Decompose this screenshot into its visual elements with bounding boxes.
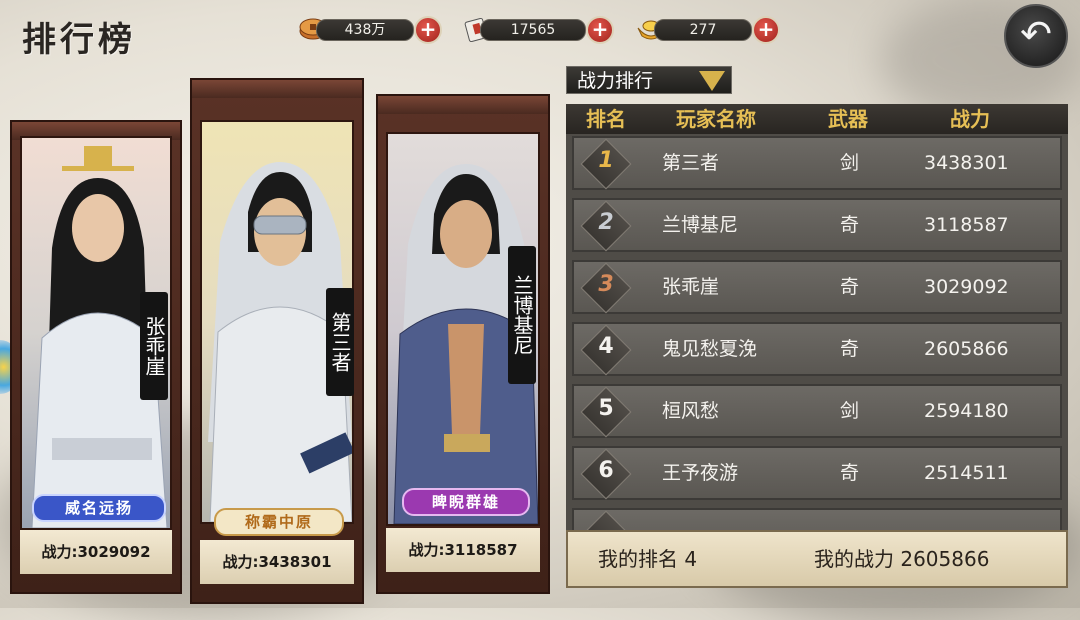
table-header: 排名 玩家名称 武器 战力 xyxy=(566,104,1068,134)
coin-value: 438万 xyxy=(316,19,414,41)
power: 2514511 xyxy=(924,462,1009,484)
resource-coins: 438万 + xyxy=(298,16,442,44)
my-rank: 我的排名 4 xyxy=(598,547,698,571)
player-name: 兰博基尼 xyxy=(662,214,739,236)
rank-badge: 2 xyxy=(598,210,614,235)
card-name: 第三者 xyxy=(326,288,354,396)
rank-badge: 6 xyxy=(598,458,614,483)
table-row[interactable]: 5 桓风愁 剑 2594180 xyxy=(572,384,1062,438)
table-row[interactable] xyxy=(572,508,1062,530)
weapon: 奇 xyxy=(840,338,860,360)
table-row[interactable]: 4 鬼见愁夏浼 奇 2605866 xyxy=(572,322,1062,376)
power: 3438301 xyxy=(924,152,1009,174)
resource-scrolls: 17565 + xyxy=(462,16,614,44)
power: 2594180 xyxy=(924,400,1009,422)
card-power: 战力:3118587 xyxy=(386,528,540,572)
page-title: 排行榜 xyxy=(22,20,136,60)
player-name: 第三者 xyxy=(662,152,720,174)
power: 3029092 xyxy=(924,276,1009,298)
weapon: 奇 xyxy=(840,276,860,298)
player-name: 桓风愁 xyxy=(662,400,720,422)
rank-badge: 3 xyxy=(598,272,614,297)
rank-badge: 5 xyxy=(598,396,614,421)
rank-badge: 4 xyxy=(598,334,614,359)
header-rank: 排名 xyxy=(586,107,626,131)
card-title-banner: 睥睨群雄 xyxy=(402,488,530,516)
weapon: 奇 xyxy=(840,214,860,236)
table-row[interactable]: 1 第三者 剑 3438301 xyxy=(572,136,1062,190)
back-arrow-icon: ↶ xyxy=(1020,12,1052,56)
rank-card-3[interactable]: 张乖崖 威名远扬 战力:3029092 xyxy=(10,120,182,594)
back-button[interactable]: ↶ xyxy=(1004,4,1068,68)
rank-badge: 1 xyxy=(598,148,614,173)
my-power: 我的战力 2605866 xyxy=(814,547,990,571)
weapon: 剑 xyxy=(840,152,860,174)
card-name: 张乖崖 xyxy=(140,292,168,400)
player-name: 王予夜游 xyxy=(662,462,739,484)
dropdown-label: 战力排行 xyxy=(577,70,654,92)
add-scrolls-button[interactable]: + xyxy=(586,16,614,44)
power: 2605866 xyxy=(924,338,1009,360)
header-power: 战力 xyxy=(950,107,990,131)
player-name: 张乖崖 xyxy=(662,276,720,298)
ranking-type-dropdown[interactable]: 战力排行 xyxy=(566,66,732,94)
header-player: 玩家名称 xyxy=(676,107,756,131)
card-name: 兰博基尼 xyxy=(508,246,536,384)
ranking-list[interactable]: 1 第三者 剑 3438301 2 兰博基尼 奇 3118587 3 张乖崖 奇… xyxy=(566,134,1068,530)
chevron-down-icon xyxy=(699,71,725,91)
table-row[interactable]: 3 张乖崖 奇 3029092 xyxy=(572,260,1062,314)
power: 3118587 xyxy=(924,214,1009,236)
card-title-banner: 称霸中原 xyxy=(214,508,344,536)
card-power: 战力:3438301 xyxy=(200,540,354,584)
weapon: 奇 xyxy=(840,462,860,484)
my-rank-bar: 我的排名 4 我的战力 2605866 xyxy=(566,530,1068,588)
table-row[interactable]: 6 王予夜游 奇 2514511 xyxy=(572,446,1062,500)
add-coins-button[interactable]: + xyxy=(414,16,442,44)
scroll-value: 17565 xyxy=(480,19,586,41)
rank-card-2[interactable]: 兰博基尼 睥睨群雄 战力:3118587 xyxy=(376,94,550,594)
card-title-banner: 威名远扬 xyxy=(32,494,166,522)
resource-gold: 277 + xyxy=(636,16,780,44)
card-power: 战力:3029092 xyxy=(20,530,172,574)
gold-value: 277 xyxy=(654,19,752,41)
table-row[interactable]: 2 兰博基尼 奇 3118587 xyxy=(572,198,1062,252)
add-gold-button[interactable]: + xyxy=(752,16,780,44)
header-weapon: 武器 xyxy=(828,107,868,131)
weapon: 剑 xyxy=(840,400,860,422)
rank-card-1[interactable]: 第三者 称霸中原 战力:3438301 xyxy=(190,78,364,604)
player-name: 鬼见愁夏浼 xyxy=(662,338,758,360)
